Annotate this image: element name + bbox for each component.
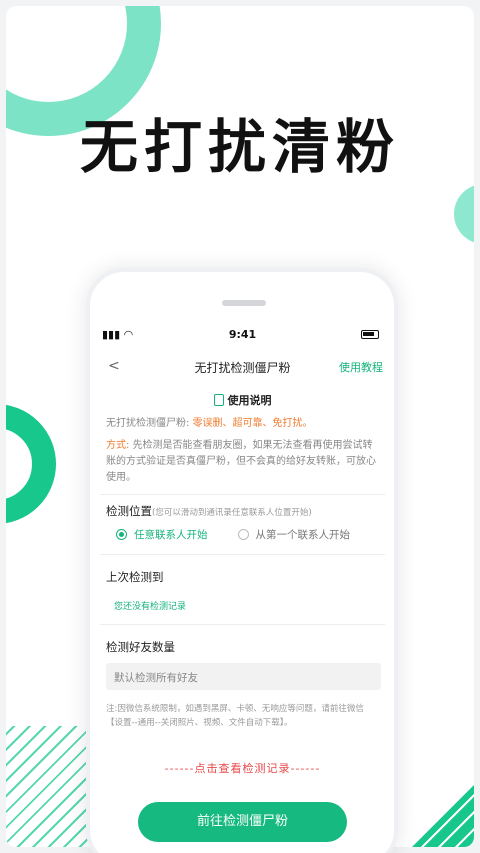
last-check-empty: 您还没有检测记录: [114, 602, 187, 612]
intro-text: 无打扰检测僵尸粉: 零误删、超可靠、免打扰。: [100, 408, 385, 432]
nav-bar: < 无打扰检测僵尸粉 使用教程: [100, 350, 385, 384]
instructions-heading-text: 使用说明: [227, 394, 272, 407]
friend-count-label: 检测好友数量: [106, 640, 175, 654]
divider: [100, 554, 385, 555]
decor-ring-left: [6, 404, 56, 524]
position-radio-group: 任意联系人开始 从第一个联系人开始: [100, 519, 385, 542]
start-detect-button[interactable]: 前往检测僵尸粉: [138, 802, 347, 842]
system-note: 注:因微信系统限制，如遇到黑屏、卡顿、无响应等问题，请前往微信【设置--通用--…: [106, 704, 364, 728]
document-icon: [213, 394, 224, 406]
last-check-label: 上次检测到: [106, 570, 164, 584]
status-time: 9:41: [228, 328, 257, 341]
divider: [100, 624, 385, 625]
decor-dot-right: [454, 184, 474, 244]
intro-prefix: 无打扰检测僵尸粉:: [106, 418, 193, 429]
friend-count-input[interactable]: 默认检测所有好友: [106, 663, 381, 690]
headline: 无打扰清粉: [79, 113, 400, 181]
status-bar: ▮▮▮ ◠ 9:41: [100, 320, 385, 342]
method-label: 方式:: [106, 440, 133, 451]
phone-mockup: ▮▮▮ ◠ 9:41 < 无打扰检测僵尸粉 使用教程 使用说明 无打扰检测僵尸粉…: [86, 268, 398, 853]
radio-checked-icon: [116, 529, 127, 540]
decor-triangle-right: [401, 768, 474, 847]
phone-speaker: [222, 300, 266, 306]
radio-first-contact-label: 从第一个联系人开始: [255, 529, 351, 541]
radio-any-contact-label: 任意联系人开始: [134, 529, 208, 541]
method-body: 先检测是否能查看朋友圈，如果无法查看再使用尝试转账的方式验证是否真僵尸粉，但不会…: [106, 440, 376, 483]
radio-first-contact[interactable]: 从第一个联系人开始: [237, 527, 351, 542]
radio-any-contact[interactable]: 任意联系人开始: [116, 527, 208, 542]
method-text: 方式: 先检测是否能查看朋友圈，如果无法查看再使用尝试转账的方式验证是否真僵尸粉…: [100, 432, 385, 486]
phone-screen: ▮▮▮ ◠ 9:41 < 无打扰检测僵尸粉 使用教程 使用说明 无打扰检测僵尸粉…: [100, 320, 385, 842]
battery-icon: [361, 330, 379, 339]
position-label-text: 检测位置: [106, 504, 152, 518]
view-records-link[interactable]: ------点击查看检测记录------: [100, 760, 385, 776]
intro-highlight: 零误删、超可靠、免打扰。: [192, 418, 313, 429]
position-hint: (您可以滑动到通讯录任意联系人位置开始): [152, 508, 312, 518]
help-link[interactable]: 使用教程: [339, 359, 383, 375]
position-label: 检测位置(您可以滑动到通讯录任意联系人位置开始): [100, 503, 385, 519]
instructions-heading: 使用说明: [100, 392, 385, 408]
radio-unchecked-icon: [237, 529, 249, 540]
divider: [100, 494, 385, 495]
